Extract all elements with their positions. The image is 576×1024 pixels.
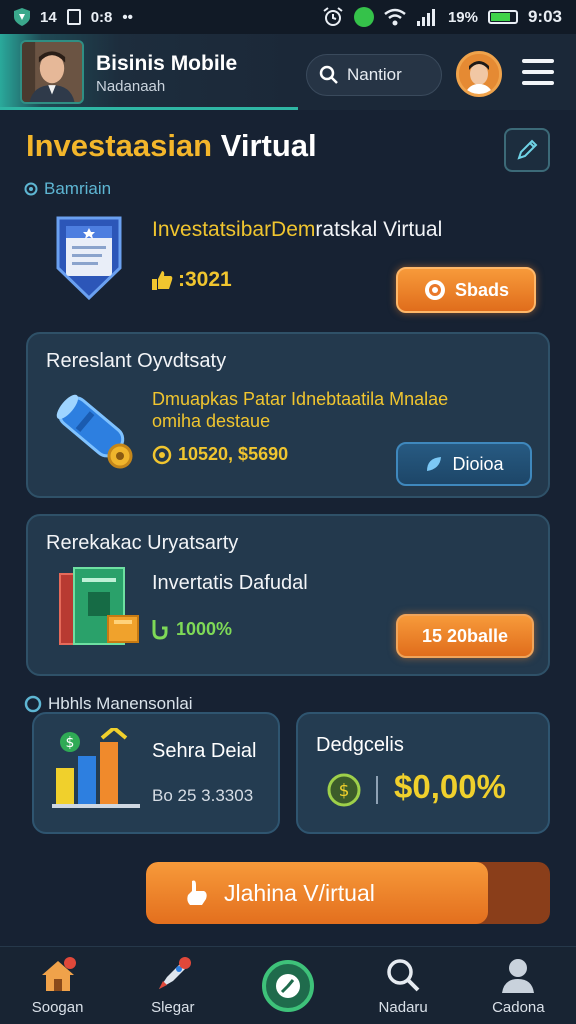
stats2-title: Dedgcelis [316, 734, 404, 756]
section-label-1: Bamriain [24, 179, 111, 199]
card1-action-button[interactable]: Dioioa [396, 442, 532, 486]
books-icon [59, 567, 139, 645]
card1-value: 10520, $5690 [152, 444, 288, 465]
card2-item-title: Invertatis Dafudal [152, 572, 308, 594]
investment-item-title: InvestatsibarDemratskal Virtual [152, 218, 443, 241]
card2-value: 1000% [150, 618, 232, 640]
nav-item-center[interactable] [238, 959, 338, 1012]
signal-icon [416, 9, 435, 26]
status-bar: 14 0:8 •• 19% 9:03 [0, 0, 576, 34]
coin-icon [424, 280, 445, 300]
search-input[interactable]: Nantior [306, 54, 442, 96]
home-icon [38, 955, 78, 995]
card2-title: Rerekakac Uryatsarty [46, 532, 239, 554]
nav-item-rocket[interactable]: Slegar [123, 955, 223, 1016]
bottom-navigation: Soogan Slegar Nadaru Cadona [0, 946, 576, 1024]
wifi-icon [384, 8, 406, 26]
calendar-icon [66, 9, 81, 25]
cta-label: Jlahina V/irtual [224, 879, 375, 906]
stats1-title: Sehra Deial [152, 740, 257, 762]
card1-title: Rereslant Oyvdtsaty [46, 350, 227, 372]
hand-icon [152, 620, 168, 640]
stats-card-2[interactable]: Dedgcelis $ $0,00% [296, 712, 550, 834]
section-label-2: Hbhls Manensonlai [24, 694, 193, 714]
app-title: Bisinis Mobile [96, 52, 238, 75]
item1-action-button[interactable]: Sbads [396, 267, 536, 313]
stats2-value: $0,00% [394, 768, 506, 805]
divider [376, 776, 378, 804]
pencil-icon [517, 139, 538, 160]
virtual-cta-button[interactable]: Jlahina V/irtual [146, 862, 550, 924]
page-title: Investaasian Virtual [26, 128, 317, 163]
nav-item-search[interactable]: Nadaru [353, 955, 453, 1016]
status-text-1: 14 [40, 8, 57, 26]
header-accent-line [0, 107, 298, 110]
shield-icon [14, 8, 30, 26]
clock-icon [261, 959, 314, 1012]
nav-item-profile[interactable]: Cadona [468, 955, 568, 1016]
hand-pointer-icon [187, 880, 207, 905]
telescope-icon [56, 394, 133, 469]
card1-description: Dmuapkas Patar Idnebtaatila Mnalae omiha… [152, 389, 449, 431]
svg-text:$: $ [66, 735, 75, 751]
status-text-2: 0:8 [90, 8, 113, 26]
user-icon [498, 955, 538, 995]
stats1-value: Bo 25 3.3303 [152, 786, 254, 805]
circle-icon [24, 695, 42, 713]
edit-button[interactable] [504, 128, 550, 172]
search-label: Nantior [347, 65, 402, 84]
svg-text:$: $ [339, 781, 350, 801]
bar-chart-icon: $ [52, 728, 140, 808]
menu-icon[interactable] [522, 56, 554, 88]
dollar-coin-icon: $ [327, 773, 361, 807]
thumbs-up-icon [152, 271, 173, 290]
avatar[interactable] [20, 40, 84, 104]
document-badge-icon [56, 216, 122, 300]
battery-icon [487, 10, 518, 24]
search-icon [383, 955, 423, 995]
rocket-icon [153, 955, 193, 995]
alarm-icon [323, 7, 343, 26]
opportunity-card-1: Rereslant Oyvdtsaty Dmuapkas Patar Idneb… [26, 332, 550, 498]
app-subtitle: Nadanaah [96, 78, 166, 95]
battery-percent: 19% [447, 8, 478, 26]
leaf-icon [427, 457, 442, 471]
stats-card-1[interactable]: $ Sehra Deial Bo 25 3.3303 [32, 712, 280, 834]
card2-action-button[interactable]: 15 20balle [396, 614, 534, 658]
nav-item-home[interactable]: Soogan [8, 955, 108, 1016]
app-header: Bisinis Mobile Nadanaah Nantior [0, 34, 576, 110]
profile-avatar[interactable] [456, 51, 502, 97]
app-notification-icon [353, 7, 374, 27]
search-icon [319, 65, 338, 84]
investment-item-value: :3021 [150, 268, 232, 292]
info-icon [24, 182, 38, 196]
status-time: 9:03 [527, 7, 562, 26]
coin-icon [152, 445, 172, 464]
opportunity-card-2: Rerekakac Uryatsarty Invertatis Dafudal … [26, 514, 550, 676]
status-dots: •• [122, 8, 133, 26]
